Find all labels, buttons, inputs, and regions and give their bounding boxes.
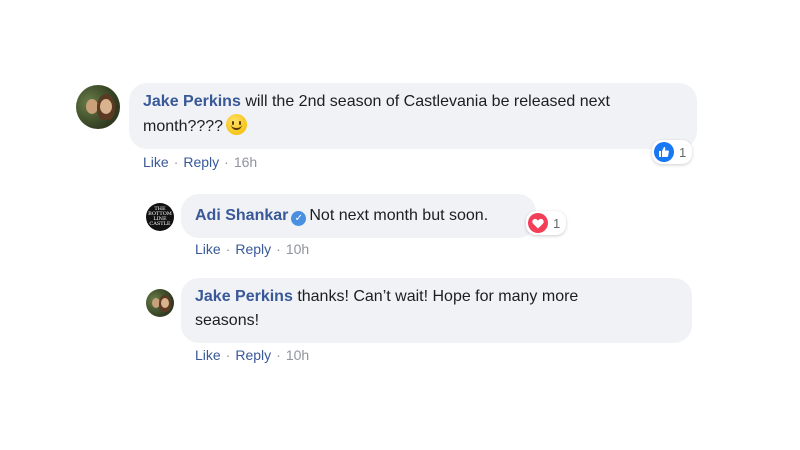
comment-actions: Like · Reply · 16h bbox=[143, 153, 257, 171]
separator: · bbox=[173, 154, 179, 170]
separator: · bbox=[224, 154, 229, 170]
comment-text-continued: month???? bbox=[143, 118, 224, 135]
author-name[interactable]: Jake Perkins bbox=[195, 288, 293, 305]
comment-text: Not next month but soon. bbox=[309, 207, 489, 224]
timestamp[interactable]: 16h bbox=[234, 154, 257, 170]
separator: · bbox=[276, 241, 281, 257]
reaction-count[interactable]: 1 bbox=[652, 140, 693, 164]
author-name[interactable]: Adi Shankar bbox=[195, 207, 288, 224]
reply-link[interactable]: Reply bbox=[235, 241, 271, 257]
comment-bubble: Jake Perkins will the 2nd season of Cast… bbox=[129, 83, 697, 149]
like-link[interactable]: Like bbox=[195, 347, 221, 363]
like-link[interactable]: Like bbox=[195, 241, 221, 257]
separator: · bbox=[225, 347, 231, 363]
avatar[interactable] bbox=[76, 85, 120, 129]
comment-actions: Like · Reply · 10h bbox=[195, 240, 309, 258]
author-name[interactable]: Jake Perkins bbox=[143, 93, 241, 110]
avatar[interactable] bbox=[146, 289, 174, 317]
reaction-count-text: 1 bbox=[553, 215, 561, 231]
reaction-count[interactable]: 1 bbox=[526, 211, 567, 235]
thumbs-up-icon bbox=[654, 142, 674, 162]
timestamp[interactable]: 10h bbox=[286, 241, 309, 257]
avatar-logo-text: THE BOTTOM LINE CASTLE bbox=[148, 206, 172, 227]
verified-badge-icon: ✓ bbox=[291, 211, 307, 226]
avatar[interactable]: THE BOTTOM LINE CASTLE bbox=[146, 203, 174, 231]
reply-link[interactable]: Reply bbox=[183, 154, 219, 170]
like-link[interactable]: Like bbox=[143, 154, 169, 170]
comment-bubble: Jake Perkins thanks! Can’t wait! Hope fo… bbox=[181, 278, 692, 343]
comment-text: will the 2nd season of Castlevania be re… bbox=[245, 93, 610, 110]
comment-bubble: Adi Shankar ✓ Not next month but soon. bbox=[181, 194, 536, 238]
reply-link[interactable]: Reply bbox=[235, 347, 271, 363]
smiley-emoji-icon bbox=[226, 114, 248, 135]
reaction-count-text: 1 bbox=[679, 144, 687, 160]
comment-text: thanks! Can’t wait! Hope for many more bbox=[297, 288, 579, 305]
separator: · bbox=[276, 347, 281, 363]
comment-text-continued: seasons! bbox=[195, 312, 260, 329]
heart-icon bbox=[528, 213, 548, 233]
comment-actions: Like · Reply · 10h bbox=[195, 346, 309, 364]
timestamp[interactable]: 10h bbox=[286, 347, 309, 363]
separator: · bbox=[225, 241, 231, 257]
